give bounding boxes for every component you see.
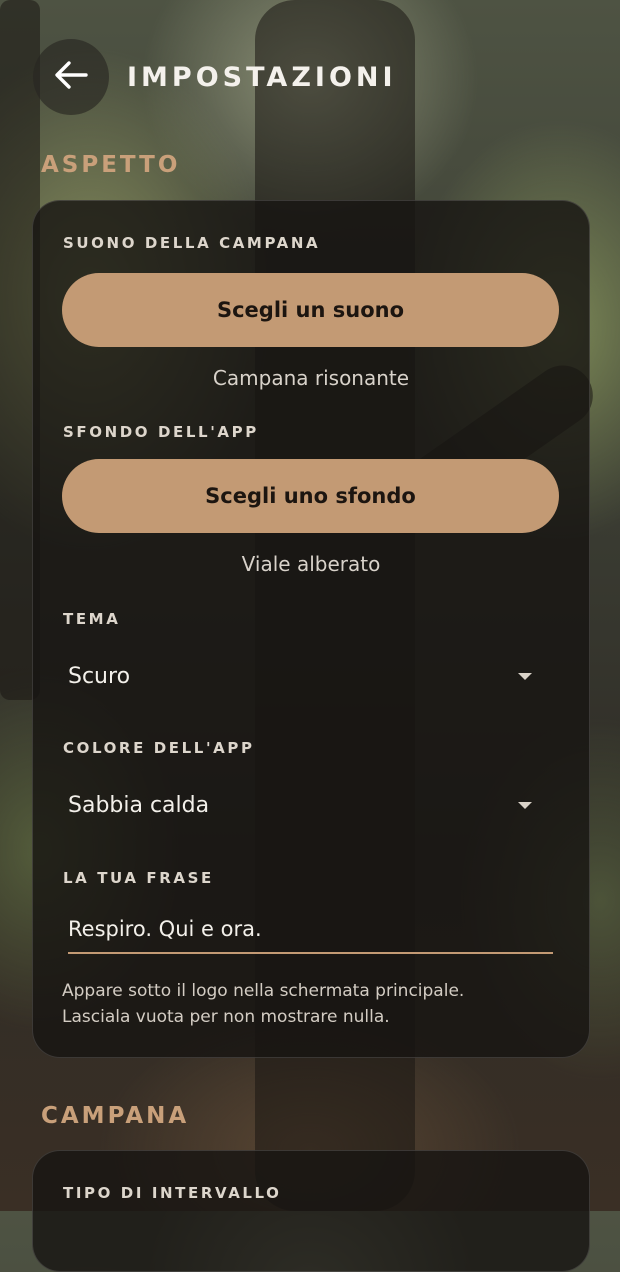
helper-line-2: Lasciala vuota per non mostrare nulla.	[62, 1007, 390, 1027]
phrase-input[interactable]: Respiro. Qui e ora.	[68, 906, 553, 954]
page-title: IMPOSTAZIONI	[127, 61, 397, 93]
helper-line-1: Appare sotto il logo nella schermata pri…	[62, 981, 465, 1001]
choose-sound-button[interactable]: Scegli un suono	[62, 273, 559, 347]
arrow-left-icon	[54, 60, 88, 94]
chevron-down-icon	[518, 672, 532, 680]
header: IMPOSTAZIONI	[33, 38, 397, 116]
section-title-aspetto: ASPETTO	[41, 152, 181, 178]
appearance-card: SUONO DELLA CAMPANA Scegli un suono Camp…	[32, 200, 590, 1058]
background-label: SFONDO DELL'APP	[63, 423, 259, 441]
bell-card: TIPO DI INTERVALLO	[32, 1150, 590, 1272]
phrase-label: LA TUA FRASE	[63, 869, 214, 887]
phrase-helper-text: Appare sotto il logo nella schermata pri…	[62, 978, 562, 1030]
bell-sound-label: SUONO DELLA CAMPANA	[63, 234, 321, 252]
choose-background-button[interactable]: Scegli uno sfondo	[62, 459, 559, 533]
section-title-campana: CAMPANA	[41, 1103, 190, 1129]
chevron-down-icon	[518, 801, 532, 809]
color-select[interactable]: Sabbia calda	[68, 785, 532, 825]
back-button[interactable]	[33, 39, 109, 115]
theme-value: Scuro	[68, 663, 131, 689]
theme-label: TEMA	[63, 610, 121, 628]
color-value: Sabbia calda	[68, 792, 210, 818]
current-background: Viale alberato	[241, 552, 381, 576]
color-label: COLORE DELL'APP	[63, 739, 255, 757]
current-sound: Campana risonante	[212, 366, 410, 390]
interval-type-label: TIPO DI INTERVALLO	[63, 1184, 282, 1202]
theme-select[interactable]: Scuro	[68, 656, 532, 696]
